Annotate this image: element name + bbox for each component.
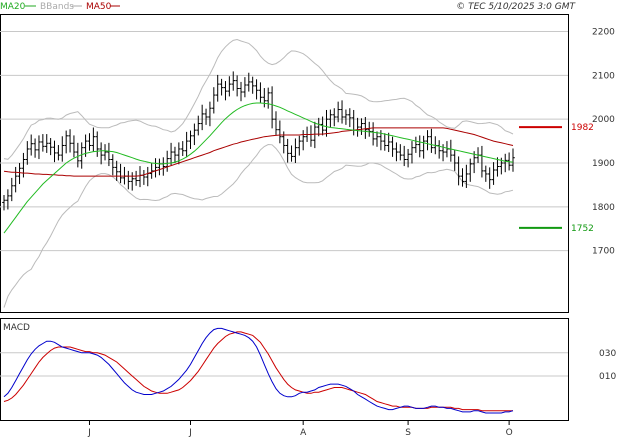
macd-y-tick-label: 030 <box>599 349 616 359</box>
x-tick-label: A <box>300 428 307 438</box>
copyright-label: © TEC 5/10/2025 3:0 GMT <box>456 2 576 12</box>
price-panel: 2200 2100 2000 1900 1800 1700 1982 1752 <box>0 14 615 313</box>
x-tick-label: S <box>405 428 411 438</box>
x-tick-label: J <box>87 428 91 438</box>
macd-y-tick-label: 010 <box>599 372 616 382</box>
price-y-tick-label: 1700 <box>592 247 615 257</box>
price-y-tick-label: 1900 <box>592 159 615 169</box>
macd-panel: MACD 030 010 <box>0 318 616 421</box>
price-y-tick-label: 2100 <box>592 71 615 81</box>
legend-ma50-label: MA50 <box>86 2 112 12</box>
x-tick-label: J <box>188 428 192 438</box>
resistance-level-label: 1982 <box>571 123 594 133</box>
macd-title: MACD <box>3 323 30 333</box>
stock-chart: MA20 BBands MA50 © TEC 5/10/2025 3:0 GMT… <box>0 2 616 438</box>
legend-bbands-label: BBands <box>40 2 74 12</box>
macd-frame <box>0 318 569 421</box>
legend: MA20 BBands MA50 <box>0 2 120 12</box>
x-tick-label: O <box>506 428 513 438</box>
price-y-tick-label: 1800 <box>592 203 615 213</box>
support-level-label: 1752 <box>571 224 594 234</box>
price-y-tick-label: 2200 <box>592 28 615 38</box>
legend-ma20-label: MA20 <box>0 2 26 12</box>
price-y-tick-label: 2000 <box>592 115 615 125</box>
x-axis: JJASO <box>0 420 568 438</box>
